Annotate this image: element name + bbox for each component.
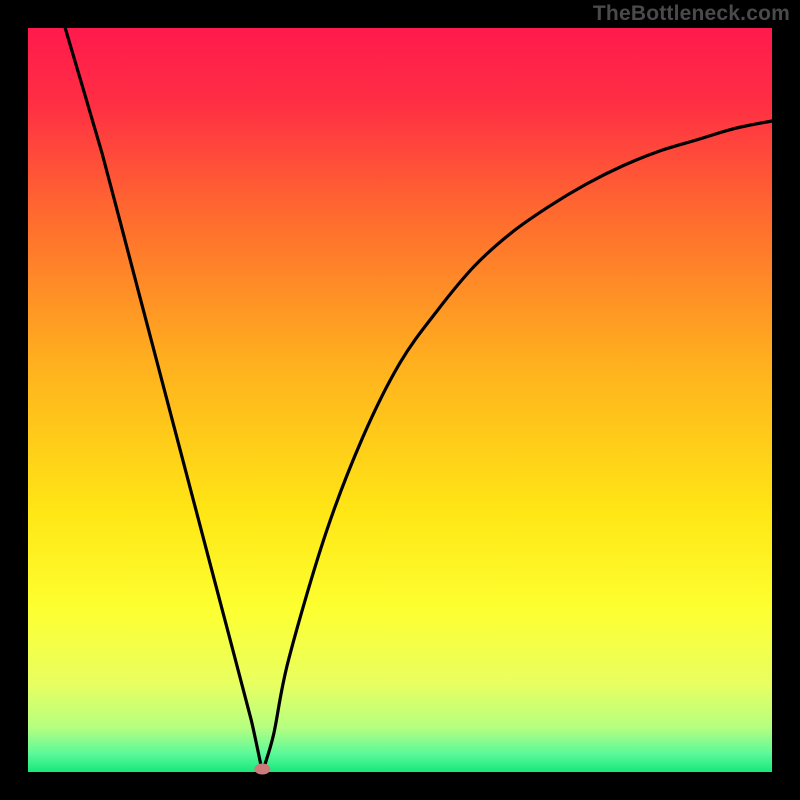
chart-gradient-area — [28, 28, 772, 772]
optimum-marker — [254, 764, 270, 775]
chart-frame: TheBottleneck.com — [0, 0, 800, 800]
bottleneck-chart — [0, 0, 800, 800]
watermark-text: TheBottleneck.com — [593, 2, 790, 26]
